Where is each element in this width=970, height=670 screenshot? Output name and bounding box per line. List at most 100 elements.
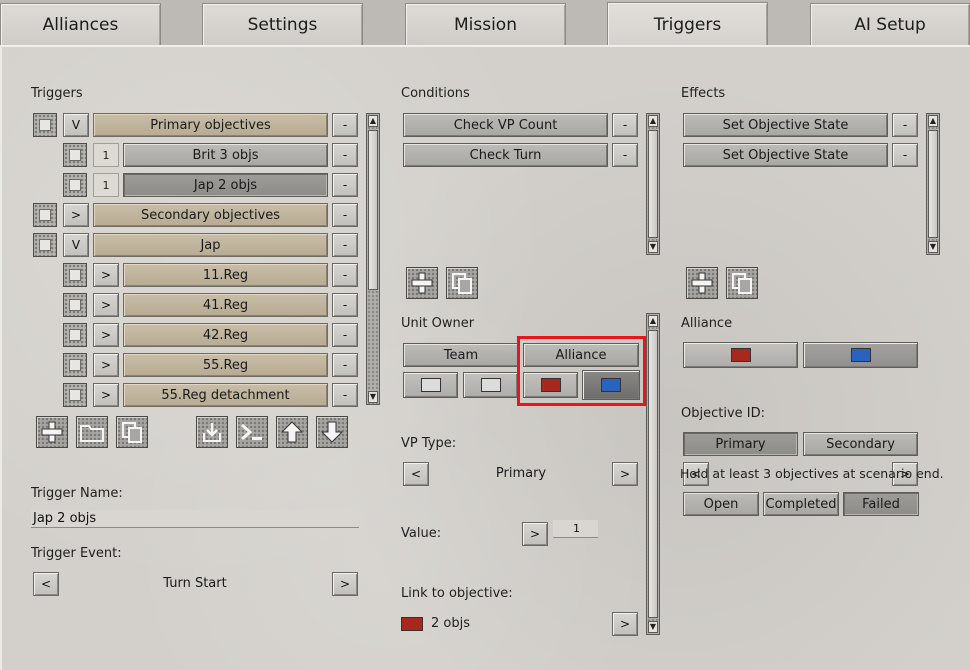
tab-triggers[interactable]: Triggers	[607, 2, 768, 47]
folder-icon[interactable]	[76, 416, 108, 448]
copy-icon[interactable]	[726, 267, 758, 299]
alliance-red-button[interactable]	[683, 342, 798, 368]
trigger-row[interactable]: 41.Reg	[123, 293, 328, 317]
trigger-event-prev-button[interactable]: <	[33, 572, 59, 596]
scroll-down-icon[interactable]: ▼	[928, 241, 938, 253]
remove-trigger-button[interactable]: -	[332, 353, 358, 377]
scroll-thumb[interactable]	[648, 330, 658, 618]
value-increment-button[interactable]: >	[522, 522, 548, 546]
expand-toggle[interactable]: >	[93, 383, 119, 407]
trigger-checkbox[interactable]	[63, 383, 87, 407]
trigger-name-input[interactable]: Jap 2 objs	[31, 510, 359, 528]
vp-type-prev-button[interactable]: <	[403, 462, 429, 486]
remove-effect-button[interactable]: -	[892, 143, 918, 167]
remove-trigger-button[interactable]: -	[332, 173, 358, 197]
scroll-up-icon[interactable]: ▲	[648, 315, 658, 327]
trigger-row[interactable]: 55.Reg	[123, 353, 328, 377]
value-input[interactable]: 1	[553, 520, 598, 538]
copy-icon[interactable]	[116, 416, 148, 448]
trigger-row[interactable]: Brit 3 objs	[123, 143, 328, 167]
console-icon[interactable]	[236, 416, 268, 448]
scroll-up-icon[interactable]: ▲	[648, 115, 658, 127]
add-icon[interactable]	[686, 267, 718, 299]
trigger-row[interactable]: 55.Reg detachment	[123, 383, 328, 407]
remove-condition-button[interactable]: -	[612, 113, 638, 137]
trigger-checkbox[interactable]	[63, 143, 87, 167]
trigger-checkbox[interactable]	[33, 113, 57, 137]
team-button[interactable]: Team	[403, 343, 519, 367]
condition-item[interactable]: Check Turn	[403, 143, 608, 167]
expand-toggle[interactable]: >	[63, 203, 89, 227]
scroll-up-icon[interactable]: ▲	[928, 115, 938, 127]
trigger-checkbox[interactable]	[63, 173, 87, 197]
expand-toggle[interactable]: V	[63, 113, 89, 137]
tab-settings[interactable]: Settings	[202, 3, 363, 45]
move-up-icon[interactable]	[276, 416, 308, 448]
move-down-icon[interactable]	[316, 416, 348, 448]
trigger-row[interactable]: Jap	[93, 233, 328, 257]
state-completed-button[interactable]: Completed	[763, 492, 839, 516]
trigger-row-selected[interactable]: Jap 2 objs	[123, 173, 328, 197]
remove-trigger-button[interactable]: -	[332, 113, 358, 137]
scroll-thumb[interactable]	[928, 130, 938, 238]
objective-secondary-button[interactable]: Secondary	[803, 432, 918, 456]
remove-trigger-button[interactable]: -	[332, 263, 358, 287]
trigger-row[interactable]: Primary objectives	[93, 113, 328, 137]
trigger-checkbox[interactable]	[63, 263, 87, 287]
remove-trigger-button[interactable]: -	[332, 383, 358, 407]
alliance-blue-button[interactable]	[803, 342, 918, 368]
condition-item[interactable]: Check VP Count	[403, 113, 608, 137]
remove-condition-button[interactable]: -	[612, 143, 638, 167]
scroll-down-icon[interactable]: ▼	[648, 241, 658, 253]
scroll-up-icon[interactable]: ▲	[368, 115, 378, 127]
trigger-checkbox[interactable]	[33, 203, 57, 227]
trigger-event-label: Trigger Event:	[31, 546, 122, 561]
trigger-event-next-button[interactable]: >	[332, 572, 358, 596]
remove-trigger-button[interactable]: -	[332, 143, 358, 167]
scroll-down-icon[interactable]: ▼	[648, 621, 658, 633]
effect-item[interactable]: Set Objective State	[683, 143, 888, 167]
link-objective-label: Link to objective:	[401, 586, 513, 601]
trigger-checkbox[interactable]	[63, 293, 87, 317]
trigger-checkbox[interactable]	[63, 353, 87, 377]
trigger-row[interactable]: 11.Reg	[123, 263, 328, 287]
expand-toggle[interactable]: V	[63, 233, 89, 257]
scroll-down-icon[interactable]: ▼	[368, 391, 378, 403]
expand-toggle[interactable]: >	[93, 323, 119, 347]
alliance-label: Alliance	[681, 316, 733, 331]
vp-type-label: VP Type:	[401, 436, 457, 451]
expand-toggle[interactable]: >	[93, 293, 119, 317]
copy-icon[interactable]	[446, 267, 478, 299]
team-color-button[interactable]	[403, 372, 458, 398]
team-color-button[interactable]	[463, 372, 518, 398]
expand-toggle[interactable]: >	[93, 353, 119, 377]
state-open-button[interactable]: Open	[683, 492, 759, 516]
tab-ai-setup[interactable]: AI Setup	[810, 3, 970, 45]
tab-mission[interactable]: Mission	[405, 3, 566, 45]
remove-trigger-button[interactable]: -	[332, 203, 358, 227]
triggers-scrollbar[interactable]: ▲ ▼	[366, 113, 380, 405]
remove-trigger-button[interactable]: -	[332, 293, 358, 317]
add-icon[interactable]	[36, 416, 68, 448]
remove-effect-button[interactable]: -	[892, 113, 918, 137]
tab-alliances[interactable]: Alliances	[0, 3, 161, 45]
link-objective-next-button[interactable]: >	[612, 612, 638, 636]
effects-scrollbar[interactable]: ▲ ▼	[926, 113, 940, 255]
remove-trigger-button[interactable]: -	[332, 323, 358, 347]
trigger-row[interactable]: Secondary objectives	[93, 203, 328, 227]
effect-item[interactable]: Set Objective State	[683, 113, 888, 137]
state-failed-button[interactable]: Failed	[843, 492, 919, 516]
conditions-scrollbar[interactable]: ▲ ▼	[646, 113, 660, 255]
middle-scrollbar[interactable]: ▲ ▼	[646, 313, 660, 635]
trigger-checkbox[interactable]	[63, 323, 87, 347]
add-icon[interactable]	[406, 267, 438, 299]
vp-type-next-button[interactable]: >	[612, 462, 638, 486]
objective-primary-button[interactable]: Primary	[683, 432, 798, 456]
remove-trigger-button[interactable]: -	[332, 233, 358, 257]
trigger-checkbox[interactable]	[33, 233, 57, 257]
expand-toggle[interactable]: >	[93, 263, 119, 287]
scroll-thumb[interactable]	[648, 130, 658, 238]
trigger-row[interactable]: 42.Reg	[123, 323, 328, 347]
scroll-thumb[interactable]	[368, 130, 378, 290]
import-icon[interactable]	[196, 416, 228, 448]
